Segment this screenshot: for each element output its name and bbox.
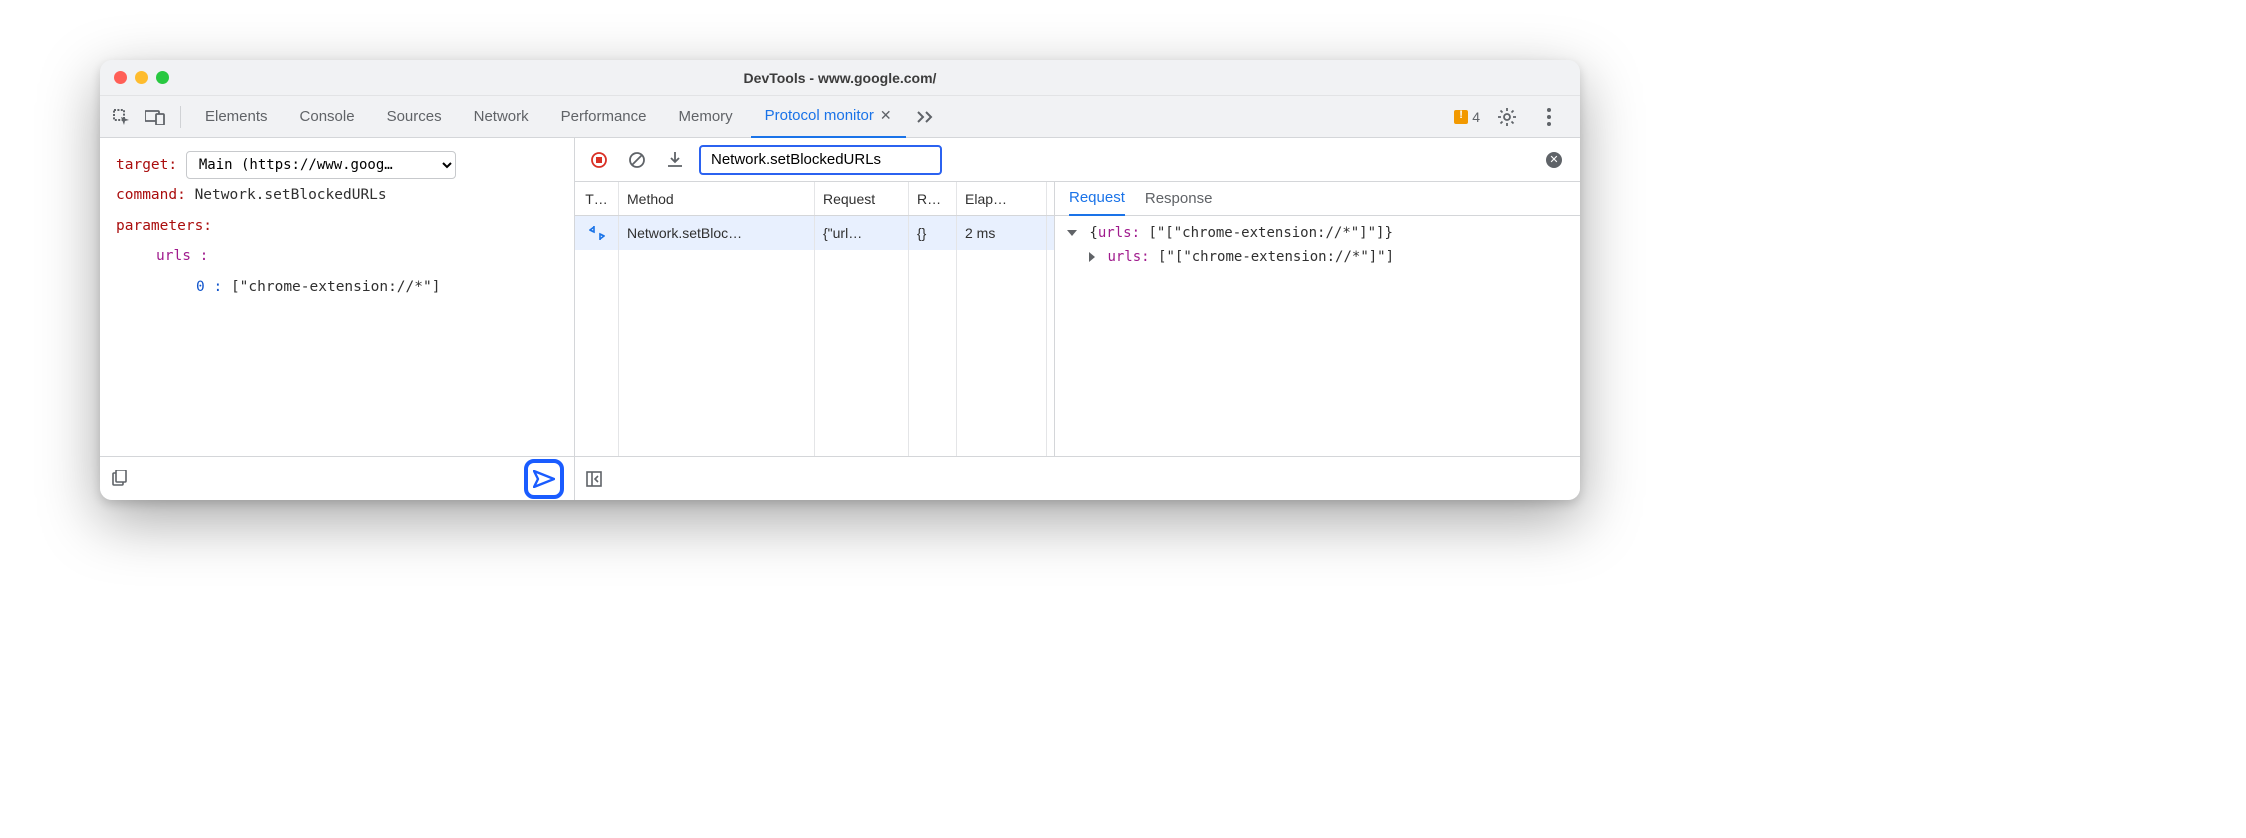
param-value[interactable]: ["chrome-extension://*"] — [231, 279, 441, 295]
monitor-body: T… Method Request R… Elap… Network.setBl… — [575, 182, 1580, 456]
copy-icon[interactable] — [110, 470, 128, 488]
window-titlebar: DevTools - www.google.com/ — [100, 60, 1580, 96]
detail-tabs: Request Response — [1055, 182, 1580, 216]
col-request[interactable]: Request — [815, 182, 909, 215]
close-window-button[interactable] — [114, 71, 127, 84]
monitor-footer — [575, 456, 1580, 500]
inspect-element-icon[interactable] — [106, 102, 136, 132]
filter-bar: ✕ — [575, 138, 1580, 182]
maximize-window-button[interactable] — [156, 71, 169, 84]
editor-footer — [100, 456, 574, 500]
target-select[interactable]: Main (https://www.goog… — [186, 151, 456, 179]
settings-icon[interactable] — [1492, 102, 1522, 132]
window-title: DevTools - www.google.com/ — [100, 70, 1580, 86]
minimize-window-button[interactable] — [135, 71, 148, 84]
detail-key-urls: urls: — [1098, 225, 1140, 241]
more-tabs-icon[interactable] — [910, 102, 940, 132]
kebab-menu-icon[interactable] — [1534, 102, 1564, 132]
devtools-tabbar: Elements Console Sources Network Perform… — [100, 96, 1580, 138]
editor-panel: target: Main (https://www.goog… command:… — [100, 138, 575, 500]
tab-protocol-monitor-label: Protocol monitor — [765, 107, 874, 124]
tab-network[interactable]: Network — [460, 96, 543, 138]
detail-val-2: ["["chrome-extension://*"]"] — [1158, 249, 1394, 265]
tab-protocol-monitor[interactable]: Protocol monitor ✕ — [751, 96, 906, 138]
col-type[interactable]: T… — [575, 182, 619, 215]
filter-input-wrap: ✕ — [699, 145, 1570, 175]
table-row[interactable]: Network.setBloc… {"url… {} 2 ms — [575, 216, 1054, 250]
tab-memory[interactable]: Memory — [665, 96, 747, 138]
detail-pane: Request Response {urls: ["["chrome-exten… — [1055, 182, 1580, 456]
record-icon[interactable] — [585, 146, 613, 174]
grid-vlines — [575, 216, 1054, 456]
warning-count: 4 — [1472, 109, 1480, 125]
tab-sources[interactable]: Sources — [373, 96, 456, 138]
clear-filter-icon[interactable]: ✕ — [1546, 152, 1562, 168]
col-elapsed[interactable]: Elap… — [957, 182, 1047, 215]
send-button[interactable] — [524, 459, 564, 499]
detail-tab-request[interactable]: Request — [1069, 182, 1125, 216]
divider — [180, 106, 181, 128]
col-method[interactable]: Method — [619, 182, 815, 215]
row-response: {} — [909, 216, 957, 250]
main-body: target: Main (https://www.goog… command:… — [100, 138, 1580, 500]
device-toolbar-icon[interactable] — [140, 102, 170, 132]
collapse-panel-icon[interactable] — [585, 470, 603, 488]
monitor-panel: ✕ T… Method Request R… Elap… — [575, 138, 1580, 500]
detail-body: {urls: ["["chrome-extension://*"]"]} url… — [1055, 216, 1580, 456]
expand-right-icon[interactable] — [1089, 252, 1095, 262]
close-tab-icon[interactable]: ✕ — [880, 107, 892, 124]
parameters-label: parameters: — [116, 218, 212, 234]
tabbar-right: 4 — [1454, 102, 1574, 132]
detail-key-urls-2: urls: — [1107, 249, 1149, 265]
traffic-lights — [100, 71, 169, 84]
filter-input[interactable] — [699, 145, 942, 175]
editor-content: target: Main (https://www.goog… command:… — [100, 138, 574, 456]
warning-badge[interactable]: 4 — [1454, 109, 1480, 125]
param-index: 0 : — [196, 279, 222, 295]
download-icon[interactable] — [661, 146, 689, 174]
row-elapsed: 2 ms — [957, 216, 1047, 250]
row-method: Network.setBloc… — [619, 216, 815, 250]
command-value[interactable]: Network.setBlockedURLs — [195, 187, 387, 203]
warning-icon — [1454, 110, 1468, 124]
col-response[interactable]: R… — [909, 182, 957, 215]
detail-tab-response[interactable]: Response — [1145, 182, 1213, 216]
row-request: {"url… — [815, 216, 909, 250]
detail-val-1: ["["chrome-extension://*"]"] — [1148, 225, 1384, 241]
grid-header: T… Method Request R… Elap… — [575, 182, 1054, 216]
tab-console[interactable]: Console — [286, 96, 369, 138]
devtools-window: DevTools - www.google.com/ Elements Cons… — [100, 60, 1580, 500]
messages-grid: T… Method Request R… Elap… Network.setBl… — [575, 182, 1055, 456]
tab-performance[interactable]: Performance — [547, 96, 661, 138]
command-label: command: — [116, 187, 186, 203]
clear-icon[interactable] — [623, 146, 651, 174]
target-label: target: — [116, 157, 177, 173]
grid-body: Network.setBloc… {"url… {} 2 ms — [575, 216, 1054, 456]
param-key-urls: urls : — [156, 248, 208, 264]
expand-down-icon[interactable] — [1067, 230, 1077, 236]
tab-elements[interactable]: Elements — [191, 96, 282, 138]
row-type-icon — [575, 216, 619, 250]
